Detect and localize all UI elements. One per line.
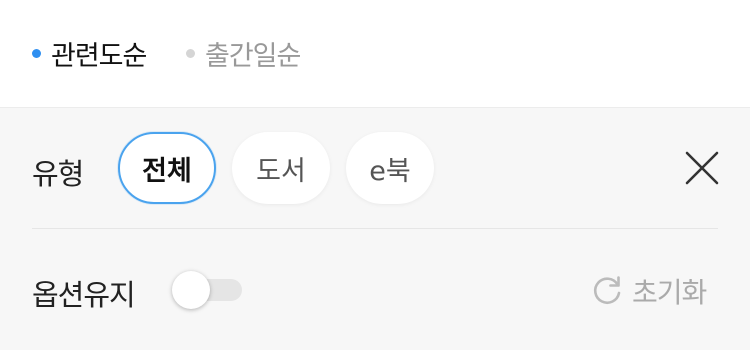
- sort-bar: 관련도순 출간일순: [0, 0, 750, 108]
- filter-panel: 유형 전체 도서 e북 옵션유지 초기화: [0, 108, 750, 350]
- close-icon: [685, 151, 719, 185]
- reset-label: 초기화: [632, 276, 707, 309]
- sort-option-label: 관련도순: [51, 41, 147, 72]
- keep-option-toggle[interactable]: [172, 271, 242, 309]
- sort-option-publish-date[interactable]: 출간일순: [186, 34, 301, 73]
- sort-option-relevance[interactable]: 관련도순: [32, 34, 147, 73]
- keep-option-label: 옵션유지: [32, 278, 136, 312]
- chip-all[interactable]: 전체: [118, 132, 216, 204]
- sort-option-label: 출간일순: [205, 41, 301, 72]
- chip-ebook[interactable]: e북: [346, 132, 434, 204]
- reset-button[interactable]: 초기화: [590, 271, 707, 311]
- toggle-knob: [172, 271, 210, 309]
- type-label: 유형: [32, 157, 84, 191]
- refresh-icon: [593, 276, 621, 304]
- active-dot-icon: [32, 49, 41, 58]
- close-button[interactable]: [684, 150, 720, 186]
- chip-book[interactable]: 도서: [232, 132, 330, 204]
- inactive-dot-icon: [186, 49, 195, 58]
- divider: [32, 228, 718, 229]
